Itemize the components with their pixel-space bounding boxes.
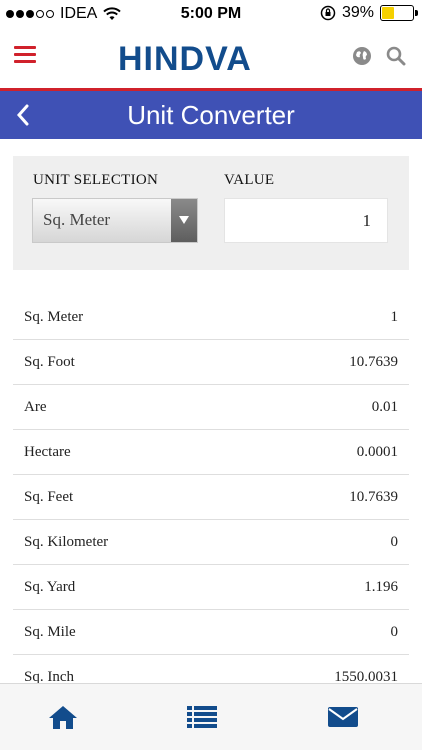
unit-name: Hectare bbox=[24, 444, 71, 460]
list-icon[interactable] bbox=[186, 704, 218, 730]
orientation-lock-icon bbox=[320, 5, 336, 21]
unit-name: Are bbox=[24, 399, 47, 415]
app-header: HINDVA bbox=[0, 28, 422, 90]
unit-name: Sq. Foot bbox=[24, 354, 75, 370]
globe-icon[interactable] bbox=[352, 46, 372, 66]
unit-value: 0.0001 bbox=[356, 444, 398, 460]
battery-percent: 39% bbox=[341, 4, 374, 21]
result-row: Sq. Mile 0 bbox=[13, 610, 409, 655]
unit-value: 10.7639 bbox=[349, 354, 398, 370]
unit-select-dropdown[interactable]: Sq. Meter bbox=[32, 198, 198, 243]
result-row: Are 0.01 bbox=[13, 385, 409, 430]
value-input[interactable] bbox=[224, 198, 388, 243]
conversion-results-list: Sq. Meter 1 Sq. Foot 10.7639 Are 0.01 Hectare 0… bbox=[13, 295, 409, 700]
logo-text: HINDVA bbox=[118, 40, 252, 78]
result-row: Sq. Feet 10.7639 bbox=[13, 475, 409, 520]
bottom-nav bbox=[0, 683, 422, 750]
page-title: Unit Converter bbox=[127, 100, 295, 130]
unit-value: 10.7639 bbox=[349, 489, 398, 505]
menu-icon[interactable] bbox=[14, 46, 36, 64]
unit-selection-panel: UNIT SELECTION VALUE Sq. Meter bbox=[13, 156, 409, 270]
unit-name: Sq. Feet bbox=[24, 489, 74, 505]
unit-name: Sq. Kilometer bbox=[24, 534, 109, 550]
home-icon[interactable] bbox=[47, 704, 79, 730]
unit-value: 0.01 bbox=[371, 399, 398, 415]
result-row: Sq. Kilometer 0 bbox=[13, 520, 409, 565]
result-row: Hectare 0.0001 bbox=[13, 430, 409, 475]
unit-value: 1 bbox=[390, 309, 399, 325]
chevron-down-icon[interactable] bbox=[171, 199, 197, 242]
unit-value: 1.196 bbox=[364, 579, 398, 595]
unit-name: Sq. Meter bbox=[24, 309, 84, 325]
mail-icon[interactable] bbox=[327, 704, 359, 730]
unit-selection-label: UNIT SELECTION bbox=[33, 172, 159, 188]
battery-level bbox=[382, 7, 394, 19]
value-label: VALUE bbox=[224, 172, 275, 188]
unit-name: Sq. Mile bbox=[24, 624, 76, 640]
unit-value: 0 bbox=[390, 624, 399, 640]
unit-value: 0 bbox=[390, 534, 399, 550]
hindva-logo: HINDVA bbox=[118, 42, 252, 76]
unit-name: Sq. Yard bbox=[24, 579, 76, 595]
battery-icon bbox=[380, 5, 418, 21]
result-row: Sq. Foot 10.7639 bbox=[13, 340, 409, 385]
selected-unit: Sq. Meter bbox=[43, 210, 111, 229]
result-row: Sq. Meter 1 bbox=[13, 295, 409, 340]
status-bar: IDEA 5:00 PM 39% bbox=[0, 0, 422, 28]
title-bar: Unit Converter bbox=[0, 91, 422, 139]
search-icon[interactable] bbox=[386, 46, 406, 66]
result-row: Sq. Yard 1.196 bbox=[13, 565, 409, 610]
battery-group: 39% bbox=[320, 4, 418, 22]
